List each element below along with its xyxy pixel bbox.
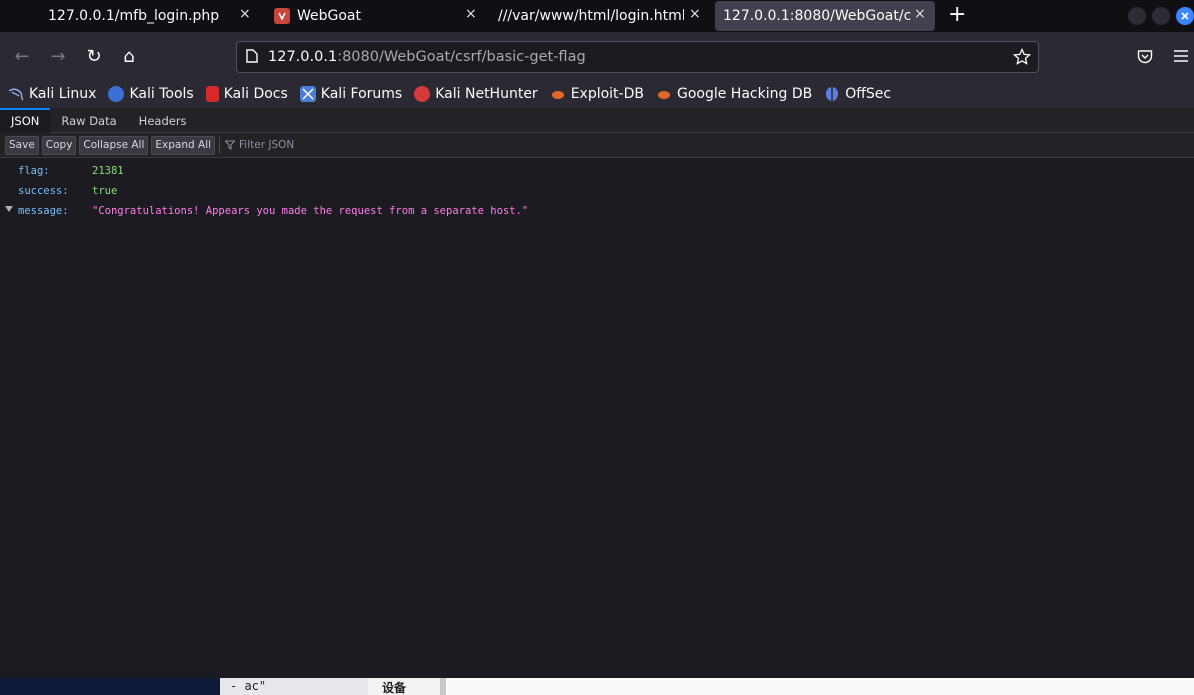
background-window-dark [0, 678, 220, 695]
background-terminal: - ac" [220, 678, 368, 695]
copy-button[interactable]: Copy [41, 135, 77, 155]
tab-webgoat-csrf[interactable]: 127.0.0.1:8080/WebGoat/csrf × [715, 1, 935, 31]
tab-title: ///var/www/html/login.html [498, 8, 684, 24]
tab-headers[interactable]: Headers [128, 108, 198, 133]
bookmark-label: Kali Linux [29, 86, 97, 102]
tab-mfb-login[interactable]: 127.0.0.1/mfb_login.php × [40, 0, 258, 32]
expand-all-button[interactable]: Expand All [151, 135, 216, 155]
nethunter-icon [414, 86, 431, 102]
tab-title: 127.0.0.1:8080/WebGoat/csrf [723, 8, 911, 24]
background-window-light [446, 678, 1194, 695]
tab-title: 127.0.0.1/mfb_login.php [48, 8, 220, 24]
background-windows-strip: - ac" 设备 [0, 678, 1194, 695]
expand-twisty-icon[interactable] [5, 206, 13, 212]
tab-title: WebGoat [297, 8, 362, 24]
json-value: "Congratulations! Appears you made the r… [92, 205, 529, 217]
maximize-button[interactable] [1152, 7, 1170, 25]
close-icon[interactable]: × [689, 6, 701, 22]
new-tab-button[interactable]: + [948, 3, 966, 27]
kali-docs-icon [205, 86, 219, 102]
bookmark-kali-linux[interactable]: Kali Linux [8, 86, 96, 102]
json-value: 21381 [92, 165, 124, 177]
pocket-icon[interactable] [1133, 44, 1157, 68]
json-key: flag: [18, 165, 50, 177]
exploit-db-icon [550, 86, 566, 102]
tab-strip: 127.0.0.1/mfb_login.php × WebGoat × ///v… [0, 0, 1194, 32]
filter-icon [225, 140, 236, 150]
bookmark-offsec[interactable]: OffSec [824, 86, 891, 102]
minimize-button[interactable] [1128, 7, 1146, 25]
bookmark-label: Exploit-DB [570, 86, 644, 102]
page-info-icon[interactable] [246, 48, 258, 67]
offsec-icon [824, 86, 840, 102]
ghdb-icon [656, 86, 672, 102]
back-button[interactable]: ← [10, 44, 34, 68]
bookmark-kali-forums[interactable]: Kali Forums [299, 86, 403, 102]
close-icon [1181, 12, 1189, 20]
json-key: success: [18, 185, 69, 197]
close-icon[interactable]: × [465, 6, 477, 22]
kali-tools-icon [108, 86, 125, 102]
filter-json-input[interactable]: Filter JSON [225, 139, 294, 151]
url-path: :8080/WebGoat/csrf/basic-get-flag [337, 49, 586, 65]
bookmark-label: Kali NetHunter [435, 86, 538, 102]
bookmark-label: Google Hacking DB [676, 86, 813, 102]
bookmark-label: Kali Docs [223, 86, 288, 102]
bookmark-google-hacking-db[interactable]: Google Hacking DB [656, 86, 812, 102]
toolbar-divider [219, 136, 221, 154]
save-button[interactable]: Save [5, 135, 39, 155]
collapse-all-button[interactable]: Collapse All [79, 135, 149, 155]
kali-forums-icon [299, 86, 316, 102]
home-button[interactable]: ⌂ [117, 44, 141, 68]
tab-json[interactable]: JSON [0, 108, 51, 133]
tab-login-html[interactable]: ///var/www/html/login.html × [490, 0, 708, 32]
json-key: message: [18, 205, 69, 217]
url-host: 127.0.0.1 [268, 49, 338, 65]
json-row-message[interactable]: message: "Congratulations! Appears you m… [0, 202, 600, 220]
reload-button[interactable]: ↻ [82, 44, 106, 68]
bookmark-label: OffSec [845, 86, 892, 102]
close-icon[interactable]: × [914, 6, 926, 22]
json-value: true [92, 185, 118, 197]
bookmarks-toolbar: Kali Linux Kali Tools Kali Docs Kali For… [0, 80, 1194, 108]
window-close-button[interactable] [1176, 7, 1194, 25]
bookmark-label: Kali Tools [129, 86, 194, 102]
viewer-toolbar: Save Copy Collapse All Expand All Filter… [0, 133, 1194, 158]
url-bar[interactable]: 127.0.0.1:8080/WebGoat/csrf/basic-get-fl… [236, 41, 1039, 73]
bookmark-exploit-db[interactable]: Exploit-DB [550, 86, 644, 102]
bookmark-star-icon[interactable] [1012, 47, 1032, 70]
navigation-bar: ← → ↻ ⌂ 127.0.0.1:8080/WebGoat/csrf/basi… [0, 32, 1194, 80]
webgoat-icon [274, 8, 290, 24]
viewer-tabs: JSON Raw Data Headers [0, 108, 1194, 133]
menu-icon[interactable] [1169, 44, 1193, 68]
json-viewer: JSON Raw Data Headers Save Copy Collapse… [0, 108, 1194, 678]
background-label: 设备 [368, 678, 440, 695]
tab-webgoat[interactable]: WebGoat × [266, 0, 484, 32]
bookmark-kali-docs[interactable]: Kali Docs [205, 86, 288, 102]
kali-dragon-icon [8, 86, 24, 102]
bookmark-label: Kali Forums [320, 86, 403, 102]
forward-button[interactable]: → [46, 44, 70, 68]
filter-placeholder: Filter JSON [239, 139, 295, 151]
close-icon[interactable]: × [239, 6, 251, 22]
bookmark-kali-nethunter[interactable]: Kali NetHunter [414, 86, 538, 102]
tab-raw-data[interactable]: Raw Data [50, 108, 127, 133]
bookmark-kali-tools[interactable]: Kali Tools [108, 86, 194, 102]
